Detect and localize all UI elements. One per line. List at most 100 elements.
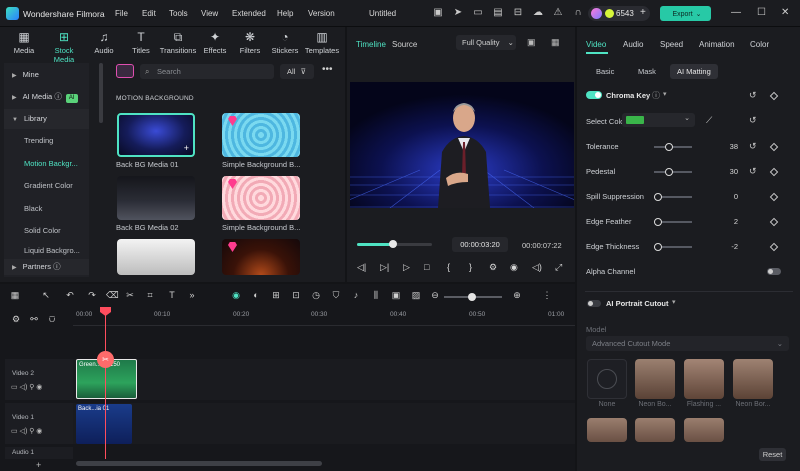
mic-icon[interactable]: ♪ [350,290,362,300]
import-icon[interactable]: ⊟ [512,7,524,19]
eyedropper-icon[interactable]: ⟋ [706,115,712,126]
zoom-out-icon[interactable]: ⊖ [429,290,441,301]
chroma-key-toggle[interactable] [586,91,602,99]
reset-icon[interactable]: ↺ [749,166,757,177]
param-value[interactable]: 2 [708,217,738,226]
save-icon[interactable]: ▤ [492,7,504,19]
audio-mixer-icon[interactable]: ⫼ [370,290,382,301]
color-picker-dropdown[interactable]: ⌄ [622,113,695,127]
current-time[interactable]: 00:00:03:20 [452,237,508,252]
ai-search-button[interactable] [116,64,134,78]
monitor-icon[interactable]: ▭ [472,7,484,19]
search-input[interactable]: ⌕ Search [140,64,274,79]
sidebar-item-mine[interactable]: ▶ Mine [4,65,89,85]
add-track-icon[interactable]: ⚙ [10,314,22,325]
param-slider[interactable] [654,218,692,226]
speed-icon[interactable]: ◷ [310,290,322,301]
filter-dropdown[interactable]: All ⊽ [280,64,314,79]
layout-icon[interactable]: ▦ [9,290,21,301]
track-controls[interactable]: ▭ ◁) ⚲ ◉ [11,427,42,435]
cloud-icon[interactable]: ☁ [532,7,544,19]
sidebar-item-ai-media[interactable]: ▶ AI Media ⓘ AI [4,87,89,107]
param-slider[interactable] [654,143,692,151]
avatar[interactable] [591,8,602,19]
param-slider-handle[interactable] [654,218,662,226]
progress-handle[interactable] [389,240,397,248]
track-controls[interactable]: ▭ ◁) ⚲ ◉ [11,383,42,391]
tab-video[interactable]: Video [586,40,606,49]
undo-icon[interactable]: ↶ [64,290,76,301]
image-icon[interactable]: ▨ [410,290,422,301]
tab-filters[interactable]: ❋ Filters [230,30,270,55]
mark-out-icon[interactable]: } [469,262,472,272]
notification-icon[interactable]: ⚠ [552,7,564,19]
tab-audio[interactable]: ♫ Audio [84,30,124,55]
tab-transitions[interactable]: ⧉ Transitions [158,30,198,55]
volume-icon[interactable]: ◁) [532,262,542,273]
reset-icon[interactable]: ↺ [749,141,757,152]
split-icon[interactable]: ✂ [124,290,136,301]
step-back-icon[interactable]: ▷| [380,262,389,273]
tab-media[interactable]: ▦ Media [4,30,44,55]
menu-edit[interactable]: Edit [142,9,156,18]
alpha-channel-toggle[interactable] [767,268,781,275]
track-row-video-1[interactable] [73,403,575,444]
sidebar-item-library[interactable]: ▼ Library [4,109,89,129]
headset-icon[interactable]: ∩ [572,7,584,19]
timeline-scrollbar[interactable] [76,461,322,466]
camera-icon[interactable]: ◉ [510,262,518,273]
param-value[interactable]: 38 [708,142,738,151]
delete-icon[interactable]: ⌫ [106,290,119,301]
add-icon[interactable]: + [184,143,189,153]
tab-templates[interactable]: ▥ Templates [302,30,342,55]
stop-icon[interactable]: □ [424,262,429,272]
sidebar-item-trending[interactable]: Trending [4,131,89,151]
param-value[interactable]: 0 [708,192,738,201]
tab-speed[interactable]: Speed [660,40,683,49]
thumbnail-white-background[interactable] [117,239,195,275]
ai-tool-icon[interactable]: ◉ [230,290,242,301]
grid-view-icon[interactable]: ▦ [551,37,560,48]
maximize-icon[interactable]: ☐ [757,7,766,18]
ai-portrait-toggle[interactable] [587,300,601,307]
settings-icon[interactable]: ⚙ [489,262,497,273]
render-icon[interactable]: ⊡ [290,290,302,301]
thumbnail-back-bg-media-01[interactable]: + [117,113,195,157]
panel-layout-icon[interactable]: ⋮ [541,290,553,301]
prev-frame-icon[interactable]: ◁| [357,262,366,273]
param-slider[interactable] [654,243,692,251]
minimize-icon[interactable]: — [731,7,741,18]
param-slider-handle[interactable] [654,193,662,201]
subtab-ai-matting[interactable]: AI Matting [670,64,718,79]
quality-dropdown[interactable]: Full Quality ⌄ [456,35,516,50]
mask-icon[interactable]: ⛉ [330,290,342,301]
menu-extended[interactable]: Extended [232,9,266,18]
chevron-down-icon[interactable]: ▾ [672,298,676,306]
chevron-down-icon[interactable]: ▾ [663,90,667,98]
tab-audio-props[interactable]: Audio [623,40,643,49]
param-slider-handle[interactable] [665,143,673,151]
param-slider-handle[interactable] [665,168,673,176]
param-slider[interactable] [654,168,692,176]
clip-back-bg-media[interactable]: Back...ia 01 [76,404,132,444]
magnet-icon[interactable]: ⩂ [46,314,58,325]
model-dropdown[interactable]: Advanced Cutout Mode ⌄ [586,336,789,351]
fullscreen-icon[interactable]: ⤢ [555,262,562,273]
menu-tools[interactable]: Tools [169,9,188,18]
thumbnail-back-bg-media-02[interactable] [117,176,195,220]
preset-neon-border[interactable] [635,359,675,399]
menu-version[interactable]: Version [308,9,335,18]
link-icon[interactable]: ⚯ [28,314,40,325]
preset-neon-border-2[interactable] [733,359,773,399]
preset-row2-1[interactable] [587,418,627,442]
sidebar-item-solid-color[interactable]: Solid Color [4,221,89,241]
select-tool-icon[interactable]: ↖ [40,290,52,301]
play-icon[interactable]: ▷ [403,262,410,273]
tab-titles[interactable]: T Titles [121,30,161,55]
menu-help[interactable]: Help [277,9,293,18]
reset-button[interactable]: Reset [759,448,786,461]
playback-progress-bar[interactable] [357,240,432,248]
param-value[interactable]: -2 [708,242,738,251]
tab-color[interactable]: Color [750,40,769,49]
text-tool-icon[interactable]: T [166,290,178,300]
